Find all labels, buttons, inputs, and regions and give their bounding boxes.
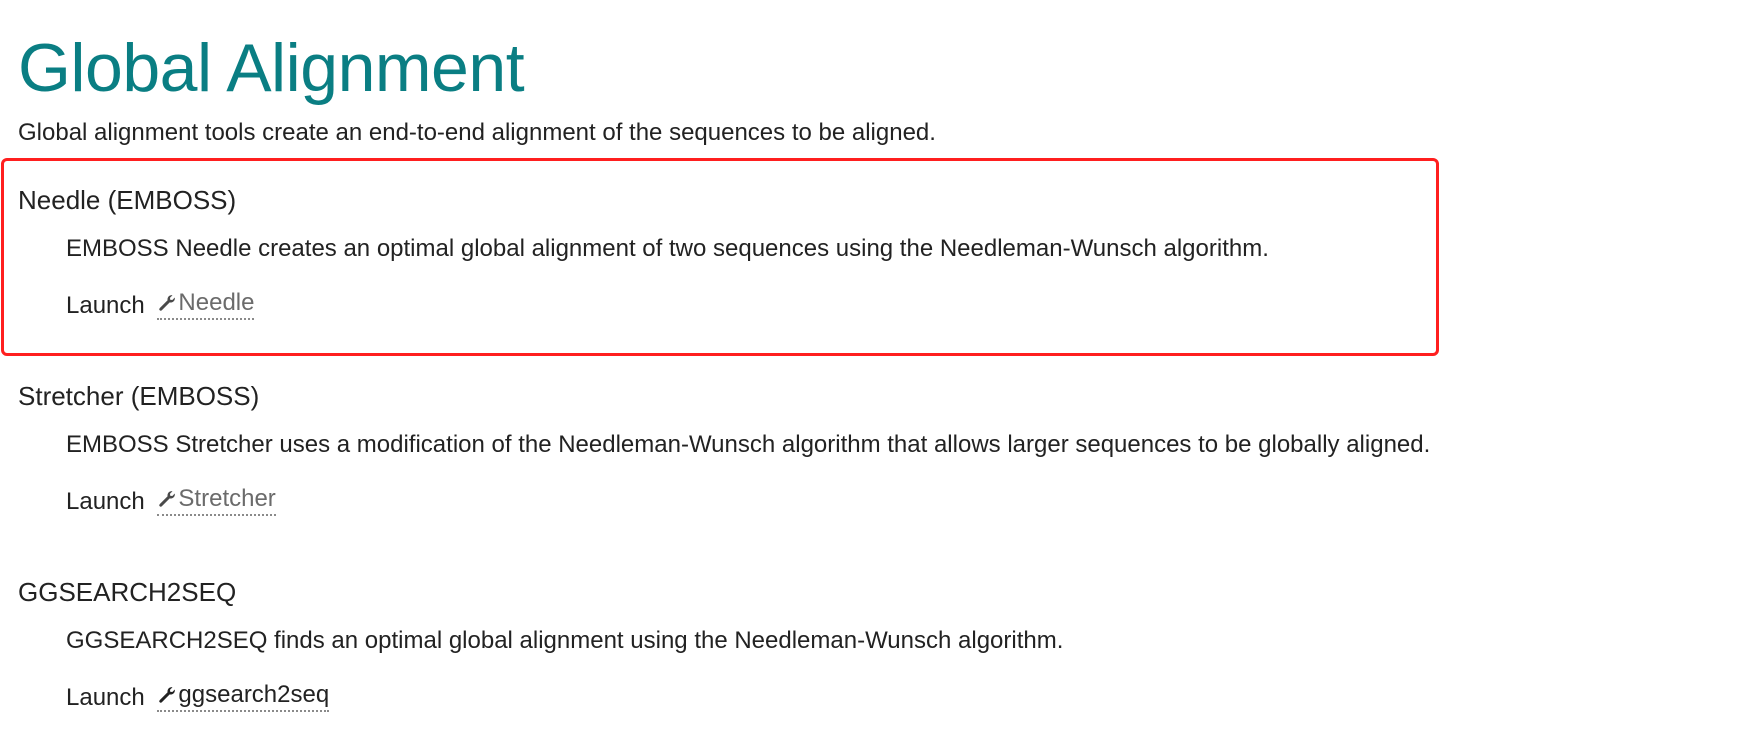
launch-link-text: Needle bbox=[178, 289, 255, 316]
page-title: Global Alignment bbox=[18, 30, 525, 106]
launch-label: Launch bbox=[66, 488, 145, 515]
launch-link-text: ggsearch2seq bbox=[178, 681, 330, 708]
intro-text: Global alignment tools create an end-to-… bbox=[18, 119, 936, 146]
needle-launch-link[interactable]: Needle bbox=[157, 288, 255, 320]
launch-label: Launch bbox=[66, 684, 145, 711]
wrench-icon bbox=[159, 295, 176, 311]
stretcher-launch-link[interactable]: Stretcher bbox=[157, 484, 276, 516]
page: Global Alignment Global alignment tools … bbox=[0, 0, 1737, 740]
tool-name: Needle (EMBOSS) bbox=[18, 185, 237, 215]
launch-row: Launch Stretcher bbox=[66, 484, 276, 517]
ggsearch2seq-launch-link[interactable]: ggsearch2seq bbox=[157, 680, 330, 712]
launch-row: Launch Needle bbox=[66, 288, 255, 321]
launch-label: Launch bbox=[66, 292, 145, 319]
tool-name: GGSEARCH2SEQ bbox=[18, 577, 237, 607]
wrench-icon bbox=[159, 491, 176, 507]
tool-description: GGSEARCH2SEQ finds an optimal global ali… bbox=[66, 627, 1064, 654]
tool-description: EMBOSS Stretcher uses a modification of … bbox=[66, 431, 1431, 458]
launch-link-text: Stretcher bbox=[178, 485, 276, 512]
tool-description: EMBOSS Needle creates an optimal global … bbox=[66, 235, 1269, 262]
wrench-icon bbox=[159, 687, 176, 703]
tool-name: Stretcher (EMBOSS) bbox=[18, 381, 260, 411]
launch-row: Launch ggsearch2seq bbox=[66, 680, 330, 713]
